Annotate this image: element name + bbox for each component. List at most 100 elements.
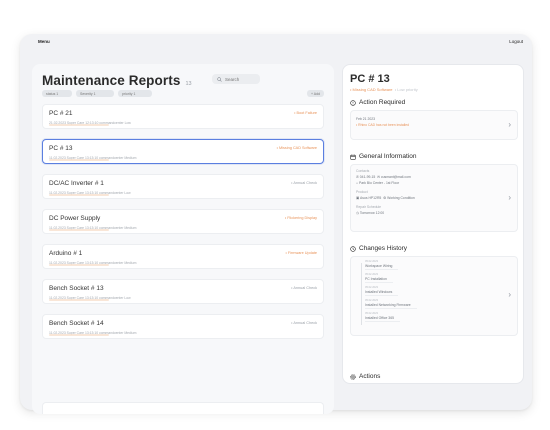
detail-title: PC # 13 <box>350 73 390 85</box>
repair-schedule-text: Tomorrow 12:00 <box>359 211 385 215</box>
card-accent-bar <box>49 334 109 336</box>
changes-history-title: Changes History <box>359 245 408 252</box>
menu-link[interactable]: Menu <box>38 39 50 44</box>
report-count-badge: 13 <box>185 81 192 87</box>
gear-icon <box>350 373 356 380</box>
report-detail-panel: PC # 13 • Missing CAD Software • Low pri… <box>342 64 524 384</box>
repair-schedule: ◷ Tomorrow 12:00 <box>356 211 384 215</box>
filter-chip-priority[interactable]: priority 1 <box>118 90 152 97</box>
changes-history-card[interactable]: 05.02.2023 Workspace Wiring 05.02.2023 P… <box>350 256 518 336</box>
report-title: Arduino # 1 <box>49 250 83 257</box>
card-accent-bar <box>49 264 109 266</box>
report-issue-text: Flickering Display <box>287 216 317 220</box>
action-date: Feb 21 2023 <box>356 117 376 121</box>
contact-location: ⌂ Park Bio Center - 1st Floor <box>356 181 399 185</box>
card-accent-bar <box>49 229 109 231</box>
logout-link[interactable]: Logout <box>509 39 523 44</box>
report-title: DC/AC Inverter # 1 <box>49 180 104 187</box>
search-input[interactable] <box>225 76 259 82</box>
filter-chip-status[interactable]: status 1 <box>42 90 72 97</box>
actions-title: Actions <box>359 373 381 380</box>
clock-icon: ◷ <box>356 211 359 215</box>
card-accent-bar <box>49 159 109 161</box>
page-title: Maintenance Reports <box>42 73 181 88</box>
report-title: PC # 13 <box>49 145 73 152</box>
location-icon: ⌂ <box>356 181 359 185</box>
report-card[interactable]: DC/AC Inverter # 1 • Annual Check 11.02.20… <box>42 174 324 199</box>
contacts-label: Contacts <box>356 169 370 173</box>
repair-label: Repair Schedule <box>356 205 382 209</box>
detail-subtitle: • Missing CAD Software • Low priority <box>350 87 418 92</box>
settings-icon: ⚙ <box>383 196 387 200</box>
general-info-heading: General Information <box>350 153 416 160</box>
report-card-partial[interactable] <box>42 402 324 414</box>
action-note: • Rhino CAD has not been installed <box>356 123 410 127</box>
report-issue-tag: • Firmware Update <box>285 251 317 255</box>
card-accent-bar <box>49 299 109 301</box>
product-condition: Working Condition <box>387 196 415 200</box>
report-issue-text: Annual Check <box>293 181 317 185</box>
report-card[interactable]: Bench Socket # 13 • Annual Check 11.02.202… <box>42 279 324 304</box>
changes-history-heading: Changes History <box>350 245 407 252</box>
report-card[interactable]: DC Power Supply • Flickering Display 11.02… <box>42 209 324 234</box>
chevron-right-icon: › <box>508 193 511 202</box>
contact-email-text: cusmant@mail.com <box>380 175 411 179</box>
action-note-text: Rhino CAD has not been installed <box>358 123 410 127</box>
report-title: DC Power Supply <box>49 215 101 222</box>
report-issue-text: Boot Failure <box>296 111 317 115</box>
report-issue-tag: • Annual Check <box>291 286 317 290</box>
action-required-heading: Action Required <box>350 99 405 106</box>
report-title: Bench Socket # 13 <box>49 285 104 292</box>
report-issue-tag: • Annual Check <box>291 181 317 185</box>
detail-issue: • Missing CAD Software <box>350 87 393 92</box>
general-info-title: General Information <box>359 153 417 160</box>
history-date: 05.02.2023 <box>365 299 378 302</box>
contact-phone: ✆ 041-99-15 ✉ cusmant@mail.com <box>356 175 411 179</box>
report-issue-tag: • Boot Failure <box>294 111 317 115</box>
add-filter-button[interactable]: + Add <box>306 90 324 97</box>
general-info-card[interactable]: Contacts ✆ 041-99-15 ✉ cusmant@mail.com … <box>350 164 518 232</box>
calendar-icon <box>350 154 356 160</box>
report-card[interactable]: PC # 13 • Missing CAD Software 11.02.2023 … <box>42 139 324 164</box>
history-date: 05.02.2023 <box>365 312 378 315</box>
card-accent-bar <box>49 124 109 126</box>
detail-issue-text: Missing CAD Software <box>352 87 393 92</box>
product-info: ▣ Asus HP12R5 ⚙ Working Condition <box>356 196 415 200</box>
history-icon <box>350 245 356 252</box>
report-card[interactable]: Arduino # 1 • Firmware Update 11.02.2023 S… <box>42 244 324 269</box>
history-date: 05.02.2023 <box>365 260 378 263</box>
report-issue-text: Missing CAD Software <box>279 146 317 150</box>
history-item: PC Installation <box>365 277 393 283</box>
report-issue-tag: • Flickering Display <box>285 216 317 220</box>
report-issue-text: Annual Check <box>293 286 317 290</box>
detail-priority: Low priority <box>397 87 418 92</box>
contact-location-text: Park Bio Center - 1st Floor <box>359 181 400 185</box>
filter-chip-severity[interactable]: Severity 1 <box>76 90 114 97</box>
history-item: Workspace Wiring <box>365 264 400 270</box>
monitor-icon: ▣ <box>356 196 360 200</box>
history-item: Installed Windows <box>365 290 399 296</box>
action-required-card[interactable]: Feb 21 2023 • Rhino CAD has not been ins… <box>350 110 518 140</box>
reports-panel: Maintenance Reports 13 status 1 Severity… <box>32 64 334 414</box>
product-label: Product <box>356 190 368 194</box>
report-issue-text: Firmware Update <box>287 251 317 255</box>
app-window: Menu Logout Maintenance Reports 13 statu… <box>20 34 532 414</box>
top-bar: Menu Logout <box>20 34 532 52</box>
history-item: Installed Office 365 <box>365 316 400 322</box>
report-title: Bench Socket # 14 <box>49 320 104 327</box>
timeline-line <box>361 263 362 325</box>
report-card[interactable]: Bench Socket # 14 • Annual Check 11.02.202… <box>42 314 324 339</box>
history-item: Installed Networking Firmware <box>365 303 417 309</box>
report-card[interactable]: PC # 21 • Boot Failure 21.02.2023 Super Ca… <box>42 104 324 129</box>
chevron-right-icon: › <box>508 120 511 129</box>
mail-icon: ✉ <box>377 175 380 179</box>
reports-header: Maintenance Reports 13 <box>42 73 192 88</box>
history-date: 05.02.2023 <box>365 273 378 276</box>
chevron-right-icon: › <box>508 290 511 299</box>
history-date: 05.02.2023 <box>365 286 378 289</box>
report-issue-tag: • Annual Check <box>291 321 317 325</box>
report-issue-text: Annual Check <box>293 321 317 325</box>
card-accent-bar <box>49 194 109 196</box>
actions-heading: Actions <box>350 373 380 380</box>
search-box[interactable] <box>212 74 260 84</box>
